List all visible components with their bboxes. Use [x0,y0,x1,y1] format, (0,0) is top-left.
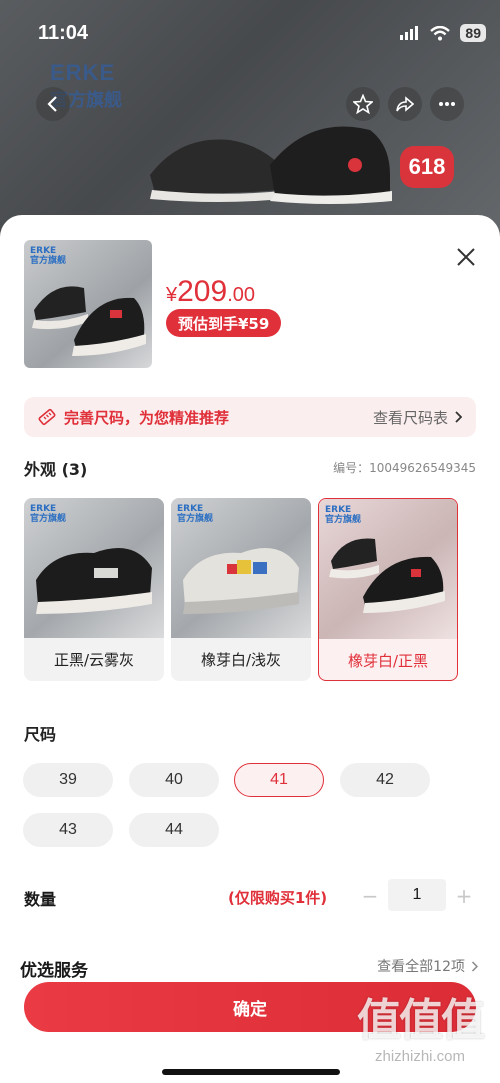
battery-indicator: 89 [460,24,486,42]
size-recommendation-banner[interactable]: 完善尺码，为您精准推荐 查看尺码表 [24,397,476,437]
more-button[interactable] [430,87,464,121]
color-option-image: ERKE 官方旗舰 [24,498,164,638]
chevron-right-icon [471,960,478,972]
wifi-icon [430,25,451,40]
price-integer: 209 [177,275,228,308]
chevron-left-icon [47,96,57,112]
signal-icon [400,26,419,40]
quantity-title: 数量 [24,890,57,909]
close-button[interactable] [454,245,478,269]
size-title: 尺码 [24,725,57,744]
shoe-image [36,548,152,614]
estimated-price-badge: 预估到手¥59 [166,309,282,337]
size-option[interactable]: 44 [129,813,219,847]
appearance-title: 外观 (3) [24,460,88,479]
size-chart-link-label: 查看尺码表 [372,408,448,427]
purchase-limit-note: (仅限购买1件) [228,889,328,907]
quantity-value[interactable]: 1 [388,879,446,911]
quantity-decrement-button[interactable]: − [358,883,382,909]
product-thumbnail: ERKE 官方旗舰 [24,240,152,368]
color-option[interactable]: ERKE 官方旗舰 正黑/云雾灰 [24,498,164,681]
sku-selector-sheet: ERKE 官方旗舰 ¥209.00 预估到手¥59 完善尺码，为您精准推荐 查看… [0,215,500,1083]
store-logo-en: ERKE [50,60,116,85]
status-time: 11:04 [38,21,89,44]
watermark-url: zhizhizhi.com [374,1048,466,1065]
size-option[interactable]: 40 [129,763,219,797]
quantity-increment-button[interactable]: + [452,883,476,909]
status-bar: 11:04 89 [38,18,486,48]
status-icons: 89 [400,24,486,42]
watermark-logo: 值值值 [357,995,485,1046]
price-decimal: .00 [227,284,255,306]
home-indicator[interactable] [162,1069,340,1075]
size-chart-link[interactable]: 查看尺码表 [373,407,462,428]
star-icon [353,94,373,114]
size-option-selected[interactable]: 41 [234,763,324,797]
sku-number: 编号：10049626549345 [333,461,476,475]
share-icon [396,96,414,112]
color-option-label: 橡芽白/浅灰 [200,651,282,669]
price-currency: ¥ [166,284,178,306]
shoe-image [183,548,299,614]
more-icon [439,102,455,106]
size-option[interactable]: 42 [340,763,430,797]
price: ¥209.00 [166,275,255,309]
back-button[interactable] [36,87,70,121]
promo-badge-618: 618 [400,146,454,188]
favorite-button[interactable] [346,87,380,121]
share-button[interactable] [388,87,422,121]
size-option[interactable]: 39 [23,763,113,797]
service-view-all-label: 查看全部12项 [377,959,465,975]
color-option-label: 正黑/云雾灰 [53,651,135,669]
size-option[interactable]: 43 [23,813,113,847]
watermark: 值值值 zhizhizhi.com [350,995,490,1066]
size-tip-text: 完善尺码，为您精准推荐 [64,408,230,427]
color-option[interactable]: ERKE 官方旗舰 橡芽白/浅灰 [171,498,311,681]
chevron-right-icon [455,411,462,423]
ruler-icon [38,408,56,426]
service-view-all-link[interactable]: 查看全部12项 [377,956,478,976]
color-option-selected[interactable]: ERKE 官方旗舰 橡芽白/正黑 [318,498,458,681]
color-option-image: ERKE 官方旗舰 [319,499,457,639]
shoe-image [329,538,445,613]
size-tip-left: 完善尺码，为您精准推荐 [38,407,229,428]
shoe-image [32,286,146,356]
color-option-label: 橡芽白/正黑 [347,652,429,670]
close-icon [457,248,475,266]
service-title: 优选服务 [20,961,88,981]
color-option-image: ERKE 官方旗舰 [171,498,311,638]
